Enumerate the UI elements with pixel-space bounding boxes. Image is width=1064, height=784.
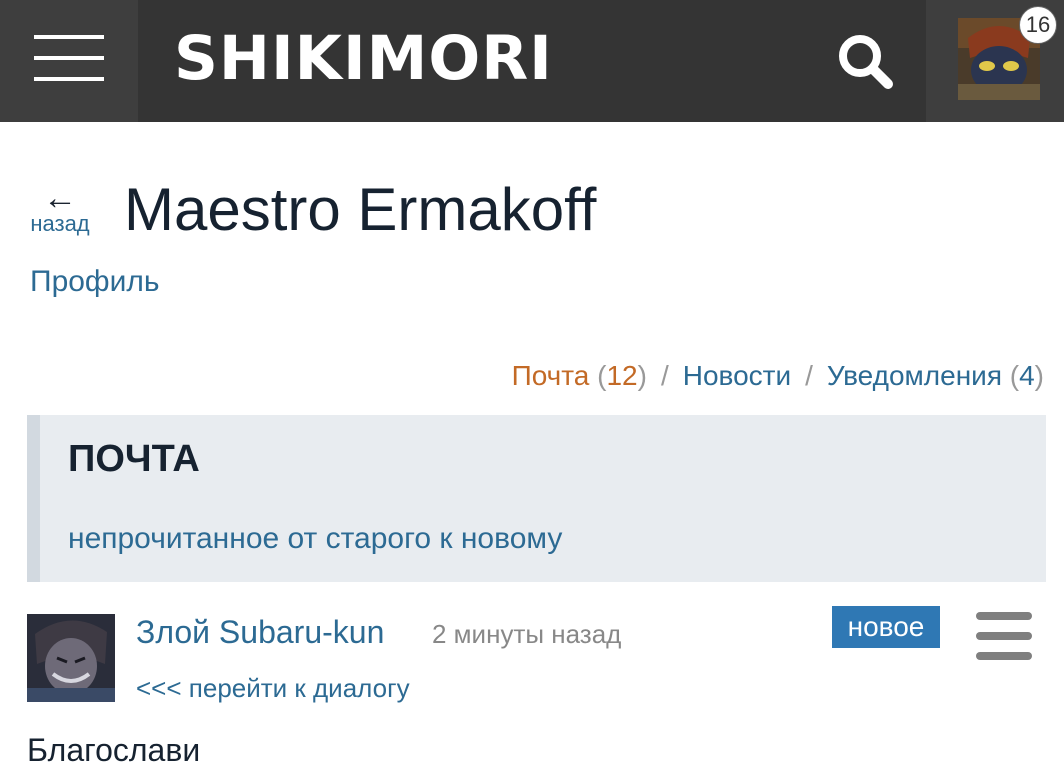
message-time: 2 минуты назад (432, 619, 622, 649)
section-tabs: Почта (12) / Новости / Уведомления (4) (512, 356, 1044, 396)
site-logo[interactable]: SHIKIMORI (174, 24, 553, 94)
top-bar: SHIKIMORI 16 (0, 0, 1064, 122)
notification-count-badge[interactable]: 16 (1019, 6, 1057, 44)
search-icon (839, 35, 893, 89)
back-link[interactable]: ← назад (22, 179, 98, 236)
tab-separator: / (805, 360, 813, 391)
notifications-count-value: 4 (1019, 360, 1035, 391)
notifications-count: (4) (1009, 360, 1044, 391)
new-message-badge: новое (832, 606, 940, 648)
hamburger-icon (34, 35, 104, 81)
author-avatar[interactable] (27, 614, 115, 702)
mail-count: (12) (597, 360, 647, 391)
back-link-label: назад (30, 211, 90, 236)
page-title: Maestro Ermakoff (124, 176, 597, 243)
user-avatar-button[interactable]: 16 (926, 0, 1064, 122)
tab-notifications[interactable]: Уведомления (827, 360, 1002, 391)
tab-news[interactable]: Новости (683, 360, 791, 391)
mail-heading: ПОЧТА (68, 438, 200, 480)
tab-mail[interactable]: Почта (512, 360, 590, 391)
profile-link[interactable]: Профиль (30, 262, 160, 302)
message-author-link[interactable]: Злой Subaru-kun (136, 612, 384, 652)
back-arrow-icon: ← (43, 179, 77, 217)
go-to-dialog-link[interactable]: <<< перейти к диалогу (136, 670, 410, 706)
message-menu-icon[interactable] (974, 610, 1034, 662)
message-body: Благослави (27, 732, 201, 768)
mail-count-value: 12 (606, 360, 638, 391)
search-button[interactable] (830, 26, 900, 96)
tab-separator: / (660, 360, 669, 391)
sort-order-link[interactable]: непрочитанное от старого к новому (68, 519, 562, 559)
menu-button[interactable] (0, 0, 138, 122)
mail-section-header: ПОЧТА непрочитанное от старого к новому (27, 415, 1046, 582)
